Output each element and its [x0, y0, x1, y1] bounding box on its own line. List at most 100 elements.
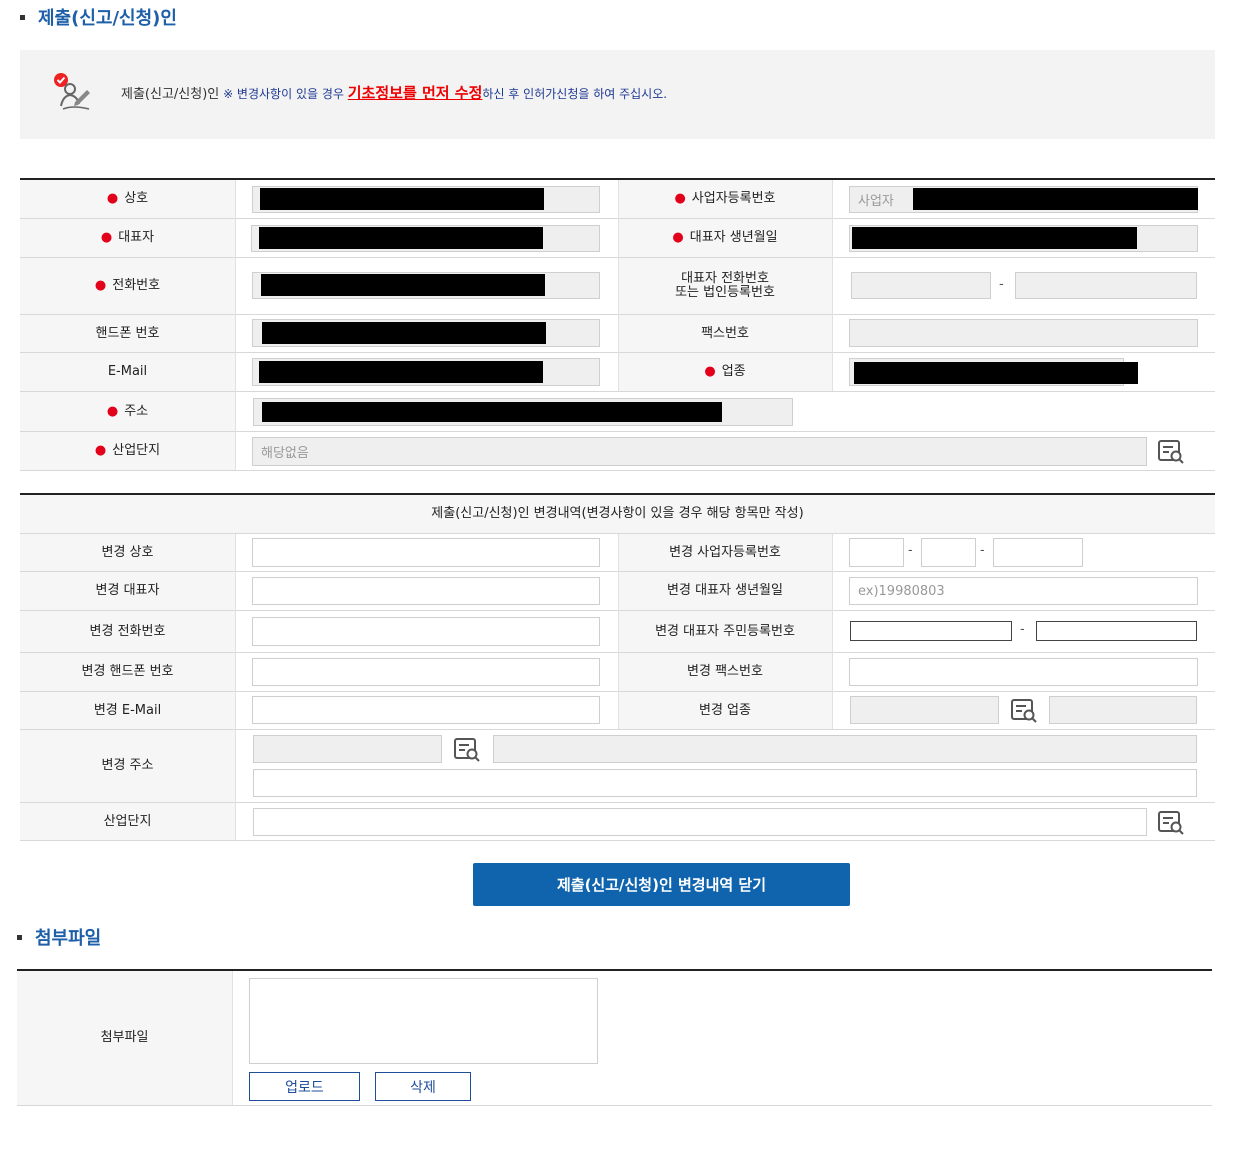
change-ceo-rrn-input-1[interactable]: [850, 621, 1012, 641]
row-divider: [20, 470, 1215, 471]
dash-separator: -: [999, 277, 1004, 292]
label-change-industry: 변경 업종: [618, 692, 832, 729]
change-table-header: 제출(신고/신청)인 변경내역(변경사항이 있을 경우 해당 항목만 작성): [20, 495, 1215, 533]
section-title-text: 제출(신고/신청)인: [38, 8, 177, 29]
label-change-biz-reg: 변경 사업자등록번호: [618, 534, 832, 571]
notice-text-1: ※ 변경사항이 있을 경우: [219, 87, 348, 101]
label-change-company: 변경 상호: [20, 534, 235, 571]
bullet-square-icon: [17, 934, 22, 940]
redacted-block: [852, 227, 1137, 249]
label-mobile: 핸드폰 번호: [20, 315, 235, 352]
delete-button[interactable]: 삭제: [375, 1072, 471, 1101]
change-industry-input[interactable]: [850, 696, 999, 724]
col-divider: [232, 971, 233, 1105]
label-change-phone: 변경 전화번호: [20, 611, 235, 652]
change-complex-input[interactable]: [253, 808, 1147, 836]
change-phone-input[interactable]: [252, 617, 600, 646]
change-company-input[interactable]: [252, 538, 600, 567]
redacted-block: [260, 188, 544, 210]
change-fax-input[interactable]: [849, 658, 1198, 686]
section-title-attachments: 첨부파일: [17, 924, 101, 950]
dash-separator: -: [1020, 622, 1025, 637]
label-ceo: ● 대표자: [20, 219, 235, 257]
search-doc-icon[interactable]: [1157, 438, 1185, 464]
change-biz-reg-input-2[interactable]: [921, 538, 976, 567]
required-dot-icon: ●: [94, 278, 107, 293]
label-change-ceo: 변경 대표자: [20, 572, 235, 610]
label-change-ceo-birth: 변경 대표자 생년월일: [618, 572, 832, 610]
redacted-block: [262, 402, 722, 422]
required-dot-icon: ●: [100, 230, 113, 245]
label-industry: ● 업종: [618, 353, 832, 391]
col-divider: [832, 534, 833, 729]
change-biz-reg-input-3[interactable]: [993, 538, 1083, 567]
notice-highlight: 기초정보를 먼저 수정: [347, 84, 483, 102]
label-change-mobile: 변경 핸드폰 번호: [20, 653, 235, 691]
notice-box: 제출(신고/신청)인 ※ 변경사항이 있을 경우 기초정보를 먼저 수정하신 후…: [20, 50, 1215, 139]
change-mobile-input[interactable]: [252, 658, 600, 686]
required-dot-icon: ●: [106, 191, 119, 206]
label-change-fax: 변경 팩스번호: [618, 653, 832, 691]
redacted-block: [261, 274, 545, 296]
dash-separator: -: [980, 543, 985, 558]
close-change-button[interactable]: 제출(신고/신청)인 변경내역 닫기: [473, 863, 850, 906]
col-divider: [618, 180, 619, 391]
change-industry-name-input[interactable]: [1049, 696, 1197, 724]
change-zipcode-input[interactable]: [253, 735, 442, 763]
ceo-phone-input-2[interactable]: [1015, 272, 1197, 299]
required-dot-icon: ●: [94, 443, 107, 458]
label-phone: ● 전화번호: [20, 258, 235, 314]
required-dot-icon: ●: [672, 230, 684, 245]
required-dot-icon: ●: [674, 191, 686, 206]
label-complex: ● 산업단지: [20, 432, 235, 470]
ceo-phone-input-1[interactable]: [851, 272, 991, 299]
col-divider: [832, 180, 833, 391]
label-fax: 팩스번호: [618, 315, 832, 352]
change-address-detail-input[interactable]: [253, 769, 1197, 797]
required-dot-icon: ●: [704, 364, 716, 379]
notice-message: 제출(신고/신청)인 ※ 변경사항이 있을 경우 기초정보를 먼저 수정하신 후…: [121, 82, 667, 103]
label-email: E-Mail: [20, 353, 235, 391]
search-doc-icon[interactable]: [1010, 697, 1038, 723]
dash-separator: -: [908, 543, 913, 558]
search-doc-icon[interactable]: [1157, 809, 1185, 835]
label-change-complex: 산업단지: [20, 803, 235, 840]
redacted-block: [259, 227, 543, 249]
notice-lead: 제출(신고/신청)인: [121, 87, 220, 102]
required-dot-icon: ●: [106, 403, 119, 419]
change-ceo-birth-input[interactable]: ex)19980803: [849, 577, 1198, 605]
label-ceo-birth: ● 대표자 생년월일: [618, 219, 832, 257]
redacted-block: [259, 361, 543, 383]
section-title-text: 첨부파일: [35, 928, 102, 949]
bullet-square-icon: [20, 14, 25, 20]
fax-input[interactable]: [849, 319, 1198, 347]
change-ceo-input[interactable]: [252, 577, 600, 605]
pen-signature-icon: [54, 73, 90, 110]
label-ceo-phone: 대표자 전화번호 또는 법인등록번호: [618, 258, 832, 314]
label-company: ● 상호: [20, 180, 235, 218]
label-change-address: 변경 주소: [20, 730, 235, 802]
change-biz-reg-input-1[interactable]: [849, 538, 904, 567]
col-divider: [618, 534, 619, 729]
redacted-block: [854, 362, 1138, 384]
row-divider: [20, 840, 1215, 841]
col-divider: [235, 180, 236, 470]
label-attach: 첨부파일: [17, 971, 232, 1105]
complex-input[interactable]: 해당없음: [252, 437, 1147, 466]
col-divider: [235, 534, 236, 840]
change-address-input[interactable]: [493, 735, 1197, 763]
upload-button[interactable]: 업로드: [249, 1072, 360, 1101]
redacted-block: [262, 322, 546, 344]
label-change-ceo-rrn: 변경 대표자 주민등록번호: [618, 611, 832, 652]
section-title-submitter: 제출(신고/신청)인: [20, 4, 177, 30]
label-address: ● 주소: [20, 392, 235, 431]
row-divider: [17, 1105, 1212, 1106]
redacted-block: [913, 188, 1198, 210]
attach-file-list[interactable]: [249, 978, 598, 1064]
label-biz-reg: ● 사업자등록번호: [618, 180, 832, 218]
search-doc-icon[interactable]: [453, 736, 481, 762]
label-change-email: 변경 E-Mail: [20, 692, 235, 729]
notice-text-2: 하신 후 인허가신청을 하여 주십시오.: [482, 87, 668, 101]
change-ceo-rrn-input-2[interactable]: [1036, 621, 1197, 641]
change-email-input[interactable]: [252, 696, 600, 724]
